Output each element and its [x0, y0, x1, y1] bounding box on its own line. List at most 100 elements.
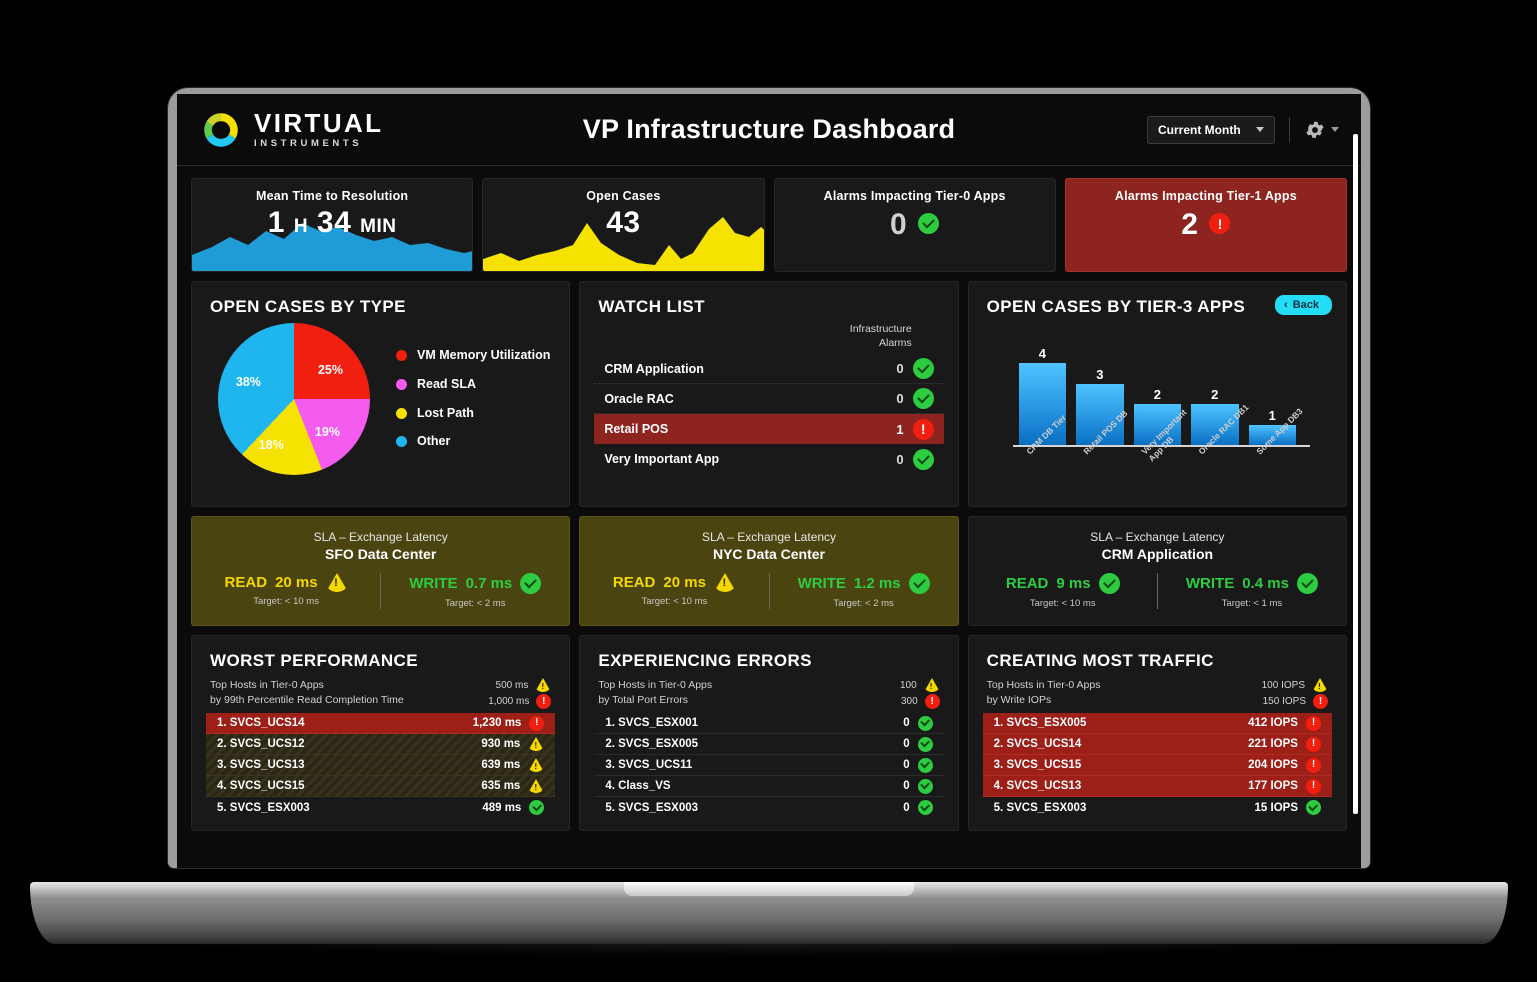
panel-subtitle-text: Top Hosts in Tier-0 Apps by Write IOPs [987, 678, 1101, 709]
sla-metric-label: READ [1005, 575, 1049, 592]
list-item-value: 15 IOPS [1254, 801, 1298, 814]
kpi-value-row: 0 [890, 205, 940, 242]
list-item[interactable]: 5. SVCS_ESX003 489 ms [206, 797, 555, 818]
panel-subtitle-line1: Top Hosts in Tier-0 Apps [210, 679, 324, 691]
panel-thresholds: 100 IOPS 150 IOPS [1262, 678, 1328, 709]
list-item[interactable]: 3. SVCS_UCS11 0 [594, 755, 944, 776]
list-item-value: 0 [903, 738, 910, 750]
list-item[interactable]: 4. SVCS_UCS15 635 ms [206, 776, 556, 797]
legend-item[interactable]: Other [396, 434, 550, 450]
sla-row: SLA – Exchange Latency SFO Data Center REA… [191, 516, 1347, 626]
kpi-hours-unit: H [293, 216, 309, 237]
kpi-value: 2 [1181, 208, 1199, 241]
status-ok-icon [917, 715, 933, 731]
panel-sla-nyc-data-center[interactable]: SLA – Exchange Latency NYC Data Center REA… [579, 516, 959, 626]
chevron-down-icon [1256, 127, 1264, 132]
bar-value-label: 2 [1153, 387, 1161, 402]
list-item-name: 3. SVCS_UCS15 [993, 759, 1082, 771]
legend-label: VM Memory Utilization [417, 348, 551, 363]
status-critical-icon [1305, 715, 1321, 731]
sla-metric-label: READ [612, 574, 656, 591]
watch-list-row[interactable]: Retail POS 1 [594, 414, 944, 445]
pie-chart[interactable]: 25% 19% 18% 38% [218, 323, 370, 475]
status-warning-icon [528, 758, 545, 772]
vertical-scrollbar[interactable] [1353, 134, 1358, 814]
sla-metric: WRITE 1.2 ms Target: < 2 ms [768, 573, 958, 609]
status-warning-icon [1311, 678, 1328, 692]
legend-item[interactable]: VM Memory Utilization [396, 348, 550, 364]
watch-list-row[interactable]: Oracle RAC 0 [594, 384, 944, 415]
bar-value-label: 3 [1096, 366, 1104, 382]
watch-list-row[interactable]: CRM Application 0 [594, 354, 944, 385]
list-item[interactable]: 3. SVCS_UCS15 204 IOPS [982, 755, 1332, 776]
panel-thresholds: 100300 [900, 678, 940, 709]
panel-sla-crm-application[interactable]: SLA – Exchange Latency CRM Application REA… [967, 516, 1347, 626]
status-ok-icon [529, 800, 545, 815]
list-item-value: 204 IOPS [1248, 759, 1298, 771]
legend-item[interactable]: Read SLA [396, 377, 550, 393]
settings-menu[interactable] [1304, 119, 1339, 141]
chevron-left-icon: ‹ [1284, 299, 1288, 311]
list-item[interactable]: 1. SVCS_ESX001 0 [594, 713, 944, 734]
list-item-name: 3. SVCS_UCS13 [217, 759, 305, 771]
list-item[interactable]: 5. SVCS_ESX003 15 IOPS [983, 797, 1332, 818]
panel-title: EXPERIENCING ERRORS [598, 651, 812, 670]
kpi-minutes-unit: MIN [360, 216, 397, 237]
header-controls: Current Month [1147, 115, 1339, 144]
list-item[interactable]: 5. SVCS_ESX003 0 [594, 797, 943, 818]
panel-subtitle-line1: Top Hosts in Tier-0 Apps [986, 679, 1101, 691]
watch-list-item-value: 0 [896, 361, 904, 377]
legend-item[interactable]: Lost Path [396, 406, 550, 422]
list-item[interactable]: 2. SVCS_ESX005 0 [594, 734, 944, 755]
sla-metric-target: Target: < 1 ms [1221, 598, 1283, 609]
kpi-open-cases[interactable]: Open Cases 43 [482, 178, 765, 272]
list-item[interactable]: 4. Class_VS 0 [594, 776, 944, 797]
brand-subtitle: INSTRUMENTS [254, 138, 363, 150]
list-item-value: 489 ms [482, 801, 522, 814]
threshold-value: 500 ms [495, 679, 529, 691]
period-select[interactable]: Current Month [1147, 115, 1275, 144]
list-item[interactable]: 2. SVCS_UCS14 221 IOPS [982, 734, 1332, 755]
sla-metric: WRITE 0.7 ms Target: < 2 ms [380, 573, 569, 609]
sla-metric-target: Target: < 10 ms [1029, 598, 1096, 609]
list-item[interactable]: 3. SVCS_UCS13 639 ms [206, 755, 556, 776]
watch-list-item-value: 0 [896, 451, 904, 467]
pie-slice-label: 18% [258, 437, 284, 452]
legend-swatch-icon [396, 378, 407, 390]
kpi-hours: 1 [267, 206, 285, 239]
panel-rows: 1. SVCS_UCS14 1,230 ms 2. SVCS_UCS12 930 ms… [192, 709, 569, 818]
kpi-title: Open Cases [586, 189, 661, 203]
brand-logo: VIRTUAL INSTRUMENTS [199, 108, 383, 152]
panel-creating-most-traffic: CREATING MOST TRAFFIC Top Hosts in Tier-0… [967, 635, 1347, 831]
chevron-down-icon [1331, 127, 1339, 132]
list-item[interactable]: 2. SVCS_UCS12 930 ms [206, 734, 556, 755]
threshold-crit: 300 [901, 694, 940, 709]
back-button[interactable]: ‹ Back [1275, 295, 1332, 315]
sla-metric: READ 9 ms Target: < 10 ms [969, 573, 1157, 609]
period-select-value: Current Month [1158, 122, 1241, 137]
list-item-name: 1. SVCS_ESX001 [605, 717, 699, 729]
kpi-mean-time-to-resolution[interactable]: Mean Time to Resolution 1 H 34 MIN [191, 178, 474, 272]
sla-metrics: READ 20 ms Target: < 10 ms WRITE 0.7 ms Targe… [192, 573, 569, 609]
kpi-alarms-tier0[interactable]: Alarms Impacting Tier-0 Apps 0 [773, 178, 1056, 272]
panel-thresholds: 500 ms 1,000 ms [488, 678, 552, 709]
panel-rows: 1. SVCS_ESX005 412 IOPS 2. SVCS_UCS14 221 I… [969, 709, 1346, 818]
list-item-name: 2. SVCS_UCS12 [217, 738, 305, 750]
list-item[interactable]: 4. SVCS_UCS13 177 IOPS [982, 776, 1332, 797]
sla-metric-line: WRITE 1.2 ms [798, 573, 930, 594]
kpi-alarms-tier1[interactable]: Alarms Impacting Tier-1 Apps 2 [1064, 178, 1347, 272]
pie-legend: VM Memory Utilization Read SLA Lost Path [396, 348, 550, 450]
panel-sla-sfo-data-center[interactable]: SLA – Exchange Latency SFO Data Center REA… [191, 516, 571, 626]
bottom-row: WORST PERFORMANCE Top Hosts in Tier-0 App… [191, 635, 1347, 831]
list-item[interactable]: 1. SVCS_UCS14 1,230 ms [206, 713, 556, 734]
panel-subtitle-text: Top Hosts in Tier-0 Apps by 99th Percenti… [210, 678, 404, 709]
column-header-line2: Alarms [878, 336, 912, 349]
watch-list-row[interactable]: Very Important App 0 [594, 444, 943, 474]
sla-metric-target: Target: < 10 ms [253, 596, 319, 607]
status-critical-icon [1305, 757, 1321, 773]
list-item-value: 1,230 ms [472, 717, 522, 729]
list-item-value: 177 IOPS [1248, 780, 1298, 792]
panel-title: WATCH LIST [598, 297, 705, 316]
bar-chart[interactable]: 4 3 2 2 1 CRM DB Tier Retail POS DB Very Impor… [985, 325, 1330, 493]
list-item[interactable]: 1. SVCS_ESX005 412 IOPS [982, 713, 1332, 734]
